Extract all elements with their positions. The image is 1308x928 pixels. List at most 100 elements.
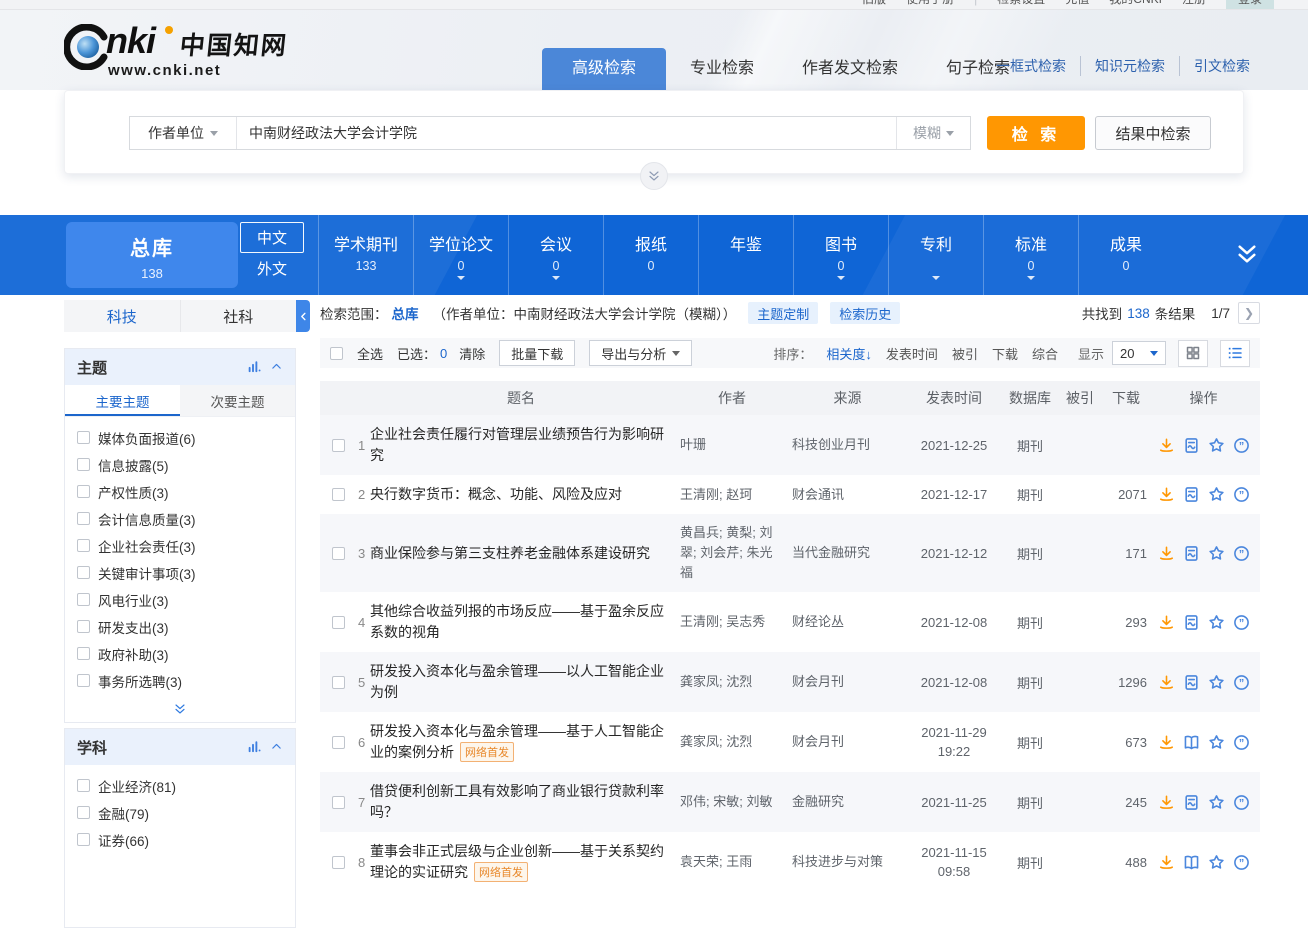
tab-高级检索[interactable]: 高级检索 (542, 48, 666, 90)
db-tab-标准[interactable]: 标准0 (983, 215, 1078, 295)
sort-发表时间[interactable]: 发表时间 (886, 344, 938, 363)
row-authors[interactable]: 黄昌兵; 黄梨; 刘翠; 刘会芹; 朱光福 (676, 523, 788, 583)
filter-checkbox[interactable] (77, 566, 90, 579)
row-checkbox[interactable] (332, 488, 345, 501)
filter-checkbox[interactable] (77, 431, 90, 444)
more-databases-chevron[interactable] (1234, 241, 1260, 267)
top-bar-item[interactable]: 旧版 (862, 0, 886, 10)
db-tab-会议[interactable]: 会议0 (508, 215, 603, 295)
cite-icon[interactable] (1233, 437, 1250, 454)
next-page-button[interactable]: ❯ (1238, 302, 1260, 324)
filter-item[interactable]: 产权性质(3) (65, 478, 295, 505)
db-tab-学术期刊[interactable]: 学术期刊133 (318, 215, 413, 295)
download-icon[interactable] (1158, 437, 1175, 454)
row-authors[interactable]: 龚家凤; 沈烈 (676, 672, 788, 692)
sidebar-tab-科技[interactable]: 科技 (64, 300, 180, 332)
top-bar-item[interactable]: 我的CNKI (1109, 0, 1162, 10)
paper-title-link[interactable]: 其他综合收益列报的市场反应——基于盈余反应系数的视角 (370, 603, 664, 640)
download-icon[interactable] (1158, 614, 1175, 631)
search-in-results-button[interactable]: 结果中检索 (1095, 116, 1211, 150)
select-all-checkbox[interactable] (330, 347, 343, 360)
bar-chart-icon[interactable] (247, 358, 262, 376)
filter-checkbox[interactable] (77, 512, 90, 525)
filter-checkbox[interactable] (77, 485, 90, 498)
row-authors[interactable]: 王清刚; 吴志秀 (676, 612, 788, 632)
cite-icon[interactable] (1233, 545, 1250, 562)
paper-title-link[interactable]: 商业保险参与第三支柱养老金融体系建设研究 (370, 545, 650, 561)
cite-icon[interactable] (1233, 486, 1250, 503)
favorite-icon[interactable] (1208, 854, 1225, 871)
paper-title-link[interactable]: 借贷便利创新工具有效影响了商业银行贷款利率吗？ (370, 783, 664, 820)
field-select[interactable]: 作者单位 (130, 117, 236, 149)
html-read-icon[interactable] (1183, 545, 1200, 562)
filter-checkbox[interactable] (77, 458, 90, 471)
collapse-group-icon[interactable] (270, 738, 283, 756)
download-icon[interactable] (1158, 854, 1175, 871)
filter-item[interactable]: 风电行业(3) (65, 586, 295, 613)
filter-item[interactable]: 企业经济(81) (65, 772, 295, 799)
row-source[interactable]: 财经论丛 (788, 612, 907, 632)
top-bar-item[interactable]: 使用手册 (906, 0, 954, 10)
search-input[interactable] (236, 117, 896, 149)
filter-checkbox[interactable] (77, 620, 90, 633)
cite-icon[interactable] (1233, 614, 1250, 631)
header-link[interactable]: 一框式检索 (982, 56, 1080, 76)
html-read-icon[interactable] (1183, 614, 1200, 631)
top-bar-item[interactable]: 注册 (1182, 0, 1206, 10)
tab-专业检索[interactable]: 专业检索 (666, 48, 778, 90)
top-bar-item[interactable]: 充值 (1065, 0, 1089, 10)
row-authors[interactable]: 邓伟; 宋敏; 刘敏 (676, 792, 788, 812)
row-authors[interactable]: 龚家凤; 沈烈 (676, 732, 788, 752)
filter-checkbox[interactable] (77, 593, 90, 606)
pill-主题定制[interactable]: 主题定制 (748, 302, 818, 324)
download-icon[interactable] (1158, 734, 1175, 751)
page-size-select[interactable]: 20 (1112, 341, 1166, 365)
grid-view-toggle[interactable] (1178, 340, 1208, 367)
sort-下载[interactable]: 下载 (992, 344, 1018, 363)
db-tab-报纸[interactable]: 报纸0 (603, 215, 698, 295)
db-tab-成果[interactable]: 成果0 (1078, 215, 1173, 295)
paper-title-link[interactable]: 企业社会责任履行对管理层业绩预告行为影响研究 (370, 426, 664, 463)
online-read-icon[interactable] (1183, 854, 1200, 871)
download-icon[interactable] (1158, 794, 1175, 811)
favorite-icon[interactable] (1208, 614, 1225, 631)
pill-检索历史[interactable]: 检索历史 (830, 302, 900, 324)
top-bar-item[interactable]: 检索设置 (997, 0, 1045, 10)
favorite-icon[interactable] (1208, 545, 1225, 562)
db-tab-年鉴[interactable]: 年鉴 (698, 215, 793, 295)
row-authors[interactable]: 袁天荣; 王雨 (676, 852, 788, 872)
row-source[interactable]: 科技进步与对策 (788, 852, 907, 872)
row-checkbox[interactable] (332, 676, 345, 689)
online-read-icon[interactable] (1183, 734, 1200, 751)
clear-selection-button[interactable]: 清除 (459, 344, 485, 363)
row-source[interactable]: 财会月刊 (788, 672, 907, 692)
header-link[interactable]: 引文检索 (1179, 56, 1264, 76)
filter-item[interactable]: 证券(66) (65, 826, 295, 853)
tab-main-topic[interactable]: 主要主题 (65, 385, 180, 416)
row-checkbox[interactable] (332, 547, 345, 560)
sort-相关度[interactable]: 相关度↓ (826, 344, 872, 363)
filter-item[interactable]: 关键审计事项(3) (65, 559, 295, 586)
bar-chart-icon[interactable] (247, 738, 262, 756)
db-tab-学位论文[interactable]: 学位论文0 (413, 215, 508, 295)
paper-title-link[interactable]: 研发投入资本化与盈余管理——以人工智能企业为例 (370, 663, 664, 700)
cite-icon[interactable] (1233, 734, 1250, 751)
paper-title-link[interactable]: 央行数字货币：概念、功能、风险及应对 (370, 486, 622, 502)
filter-checkbox[interactable] (77, 806, 90, 819)
sidebar-collapse-handle[interactable] (296, 300, 310, 332)
scope-value[interactable]: 总库 (392, 303, 419, 323)
html-read-icon[interactable] (1183, 674, 1200, 691)
db-tab-total[interactable]: 总库 138 (66, 222, 238, 288)
filter-item[interactable]: 媒体负面报道(6) (65, 424, 295, 451)
batch-download-button[interactable]: 批量下载 (499, 340, 575, 366)
download-icon[interactable] (1158, 486, 1175, 503)
tab-作者发文检索[interactable]: 作者发文检索 (778, 48, 922, 90)
match-mode-select[interactable]: 模糊 (896, 117, 970, 149)
download-icon[interactable] (1158, 545, 1175, 562)
filter-item[interactable]: 政府补助(3) (65, 640, 295, 667)
row-authors[interactable]: 叶珊 (676, 435, 788, 455)
paper-title-link[interactable]: 研发投入资本化与盈余管理——基于人工智能企业的案例分析 (370, 723, 664, 760)
sort-综合[interactable]: 综合 (1032, 344, 1058, 363)
filter-item[interactable]: 金融(79) (65, 799, 295, 826)
export-analyze-button[interactable]: 导出与分析 (589, 340, 692, 366)
